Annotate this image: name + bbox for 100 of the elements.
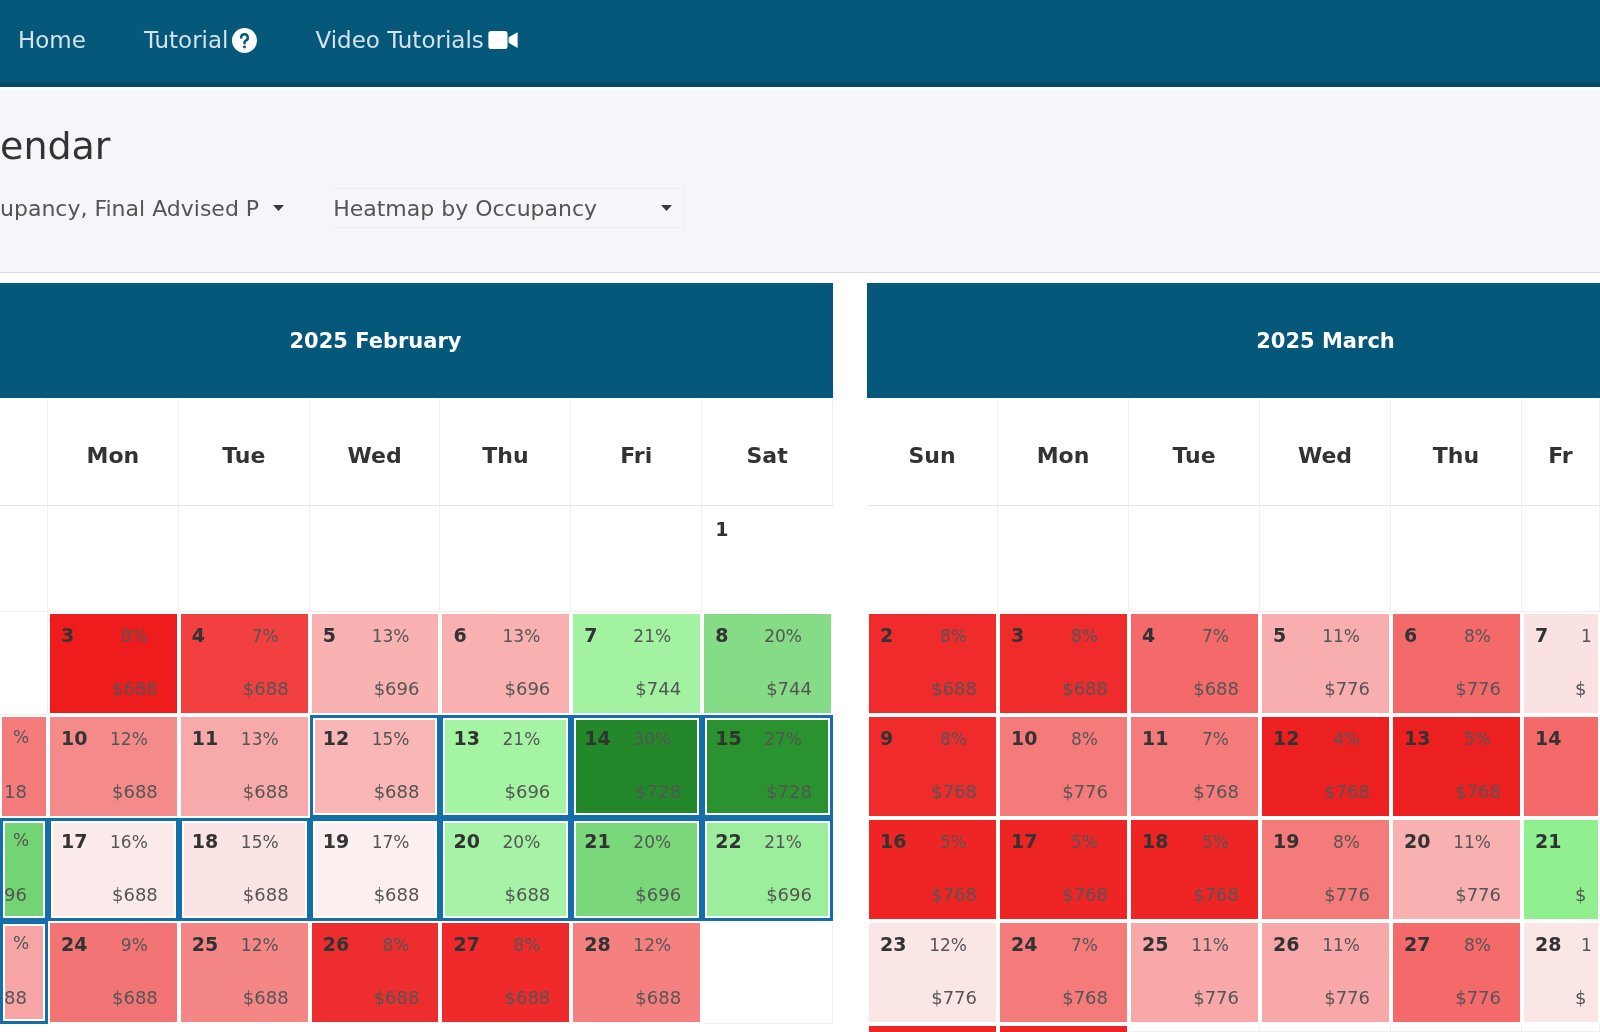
price-label: $688 xyxy=(242,884,289,905)
occupancy-percent: 8% xyxy=(940,729,967,749)
calendar-day-cell[interactable]: 11 13% $688 xyxy=(178,715,310,818)
day-number: 3 xyxy=(1011,624,1025,646)
day-number: 7 xyxy=(584,624,598,646)
occupancy-percent: 17% xyxy=(371,832,410,852)
calendar-day-cell[interactable]: 12 15% $688 xyxy=(309,715,441,818)
day-number: 16 xyxy=(880,830,907,852)
calendar-day-cell[interactable]: 28 12% $688 xyxy=(571,921,703,1024)
day-number: 11 xyxy=(1142,727,1169,749)
day-number: 21 xyxy=(584,830,611,852)
calendar-day-cell[interactable]: 8 20% $744 xyxy=(702,612,833,715)
occupancy-percent: 13% xyxy=(371,626,410,646)
calendar-day-cell[interactable]: 4 7% $688 xyxy=(1129,612,1260,715)
occupancy-percent: 5% xyxy=(1071,832,1098,852)
price-label: $768 xyxy=(1193,781,1239,802)
calendar-day-cell[interactable]: 5 11% $776 xyxy=(1260,612,1391,715)
calendar-day-cell[interactable]: % 88 xyxy=(0,921,48,1024)
calendar-day-cell[interactable]: 18 5% $768 xyxy=(1129,818,1260,921)
calendar-day-cell[interactable]: 13 21% $696 xyxy=(440,715,572,818)
calendar-day-cell[interactable]: 5 13% $696 xyxy=(309,612,441,715)
day-number: 27 xyxy=(453,933,480,955)
calendar-day-cell[interactable]: 27 8% $776 xyxy=(1391,921,1522,1024)
occupancy-percent: 8% xyxy=(513,935,541,955)
day-number: 20 xyxy=(453,830,480,852)
calendar-day-cell[interactable]: 25 12% $688 xyxy=(178,921,310,1024)
occupancy-percent: 1 xyxy=(1581,626,1592,646)
calendar-day-cell[interactable]: 18 15% $688 xyxy=(178,818,310,921)
calendar-day-cell[interactable]: 10 8% $776 xyxy=(998,715,1129,818)
calendar-day-cell[interactable]: 16 5% $768 xyxy=(867,818,998,921)
calendar-day-cell[interactable]: 3 8% $688 xyxy=(998,612,1129,715)
day-number: 19 xyxy=(322,830,350,852)
day-number: 13 xyxy=(1404,727,1431,749)
occupancy-percent: 5% xyxy=(1464,729,1491,749)
price-label: $ xyxy=(1575,884,1587,905)
calendar-day-cell[interactable]: 6 13% $696 xyxy=(440,612,572,715)
calendar-day-cell[interactable]: 26 11% $776 xyxy=(1260,921,1391,1024)
calendar-day-cell[interactable]: 26 8% $688 xyxy=(309,921,441,1024)
occupancy-percent: 8% xyxy=(1333,832,1360,852)
occupancy-percent: 21% xyxy=(633,626,672,646)
price-label: $744 xyxy=(766,678,812,699)
calendar-day-cell[interactable]: 27 8% $688 xyxy=(440,921,572,1024)
calendar-day-cell[interactable]: 7 1 $ xyxy=(1522,612,1600,715)
nav-link[interactable]: Tutorial xyxy=(143,27,258,53)
occupancy-percent: 21% xyxy=(502,729,541,749)
occupancy-percent: 15% xyxy=(240,832,279,852)
calendar-day-cell[interactable]: 23 12% $776 xyxy=(867,921,998,1024)
calendar-day-cell[interactable]: 12 4% $768 xyxy=(1260,715,1391,818)
calendar-day-cell[interactable]: % 96 xyxy=(0,818,48,921)
calendar-day-cell[interactable]: 13 5% $768 xyxy=(1391,715,1522,818)
price-label: $776 xyxy=(1455,987,1501,1008)
calendar-day-cell[interactable]: 24 7% $768 xyxy=(998,921,1129,1024)
calendar-day-cell[interactable]: 9 8% $768 xyxy=(867,715,998,818)
calendar-day-cell[interactable]: 24 9% $688 xyxy=(48,921,179,1024)
occupancy-percent: 7% xyxy=(1202,729,1229,749)
month-header: 2025 March xyxy=(867,283,1600,398)
day-number: 6 xyxy=(1404,624,1418,646)
occupancy-percent: 20% xyxy=(633,832,672,852)
calendar-day-cell[interactable]: 17 5% $768 xyxy=(998,818,1129,921)
occupancy-percent: 12% xyxy=(240,935,279,955)
occupancy-percent: 12% xyxy=(929,935,967,955)
calendar-day-cell[interactable]: 7 21% $744 xyxy=(571,612,703,715)
price-label: $776 xyxy=(1324,678,1370,699)
occupancy-percent: 5% xyxy=(940,832,967,852)
occupancy-percent: 11% xyxy=(1322,626,1360,646)
calendar-day-cell[interactable]: 20 20% $688 xyxy=(440,818,572,921)
calendar-day-cell[interactable]: 25 11% $776 xyxy=(1129,921,1260,1024)
calendar-day-cell[interactable]: 20 11% $776 xyxy=(1391,818,1522,921)
calendar-day-cell[interactable]: 17 16% $688 xyxy=(48,818,179,921)
occupancy-percent: 21% xyxy=(764,832,802,852)
day-number: 18 xyxy=(191,830,219,852)
price-label: 96 xyxy=(4,884,27,905)
day-number: 2 xyxy=(880,624,894,646)
calendar-day-cell[interactable]: 10 12% $688 xyxy=(48,715,179,818)
calendar-day-cell[interactable]: 14 xyxy=(1522,715,1600,818)
price-label: $696 xyxy=(504,678,551,699)
calendar-day-cell[interactable]: 4 7% $688 xyxy=(178,612,310,715)
calendar-day-cell[interactable]: 11 7% $768 xyxy=(1129,715,1260,818)
day-number: 14 xyxy=(1535,727,1563,749)
calendar-day-cell[interactable]: 6 8% $776 xyxy=(1391,612,1522,715)
calendar-day-cell[interactable]: % 18 xyxy=(0,715,48,818)
select-dropdown[interactable]: Heatmap by Occupancy xyxy=(333,188,686,228)
occupancy-percent: 27% xyxy=(764,729,802,749)
calendar-day-cell[interactable]: 21 $ xyxy=(1522,818,1600,921)
calendar-day-cell[interactable]: 15 27% $728 xyxy=(702,715,833,818)
occupancy-percent: 13% xyxy=(240,729,279,749)
calendar-day-cell[interactable]: 19 17% $688 xyxy=(309,818,441,921)
occupancy-percent: 8% xyxy=(1464,626,1491,646)
caret-icon xyxy=(661,205,673,211)
calendar-day-cell[interactable]: 22 21% $696 xyxy=(702,818,833,921)
nav-link[interactable]: Home xyxy=(18,27,86,53)
calendar-day-cell[interactable]: 21 20% $696 xyxy=(571,818,703,921)
calendar-day-cell[interactable]: 19 8% $776 xyxy=(1260,818,1391,921)
calendar-day-cell[interactable]: 2 8% $688 xyxy=(867,612,998,715)
nav-link[interactable]: Video Tutorials xyxy=(315,27,518,53)
occupancy-percent: 11% xyxy=(1322,935,1360,955)
price-label: $ xyxy=(1575,678,1587,699)
calendar-day-cell[interactable]: 28 1 $ xyxy=(1522,921,1600,1024)
calendar-day-cell[interactable]: 3 8% $688 xyxy=(48,612,179,715)
occupancy-percent: 20% xyxy=(502,832,541,852)
